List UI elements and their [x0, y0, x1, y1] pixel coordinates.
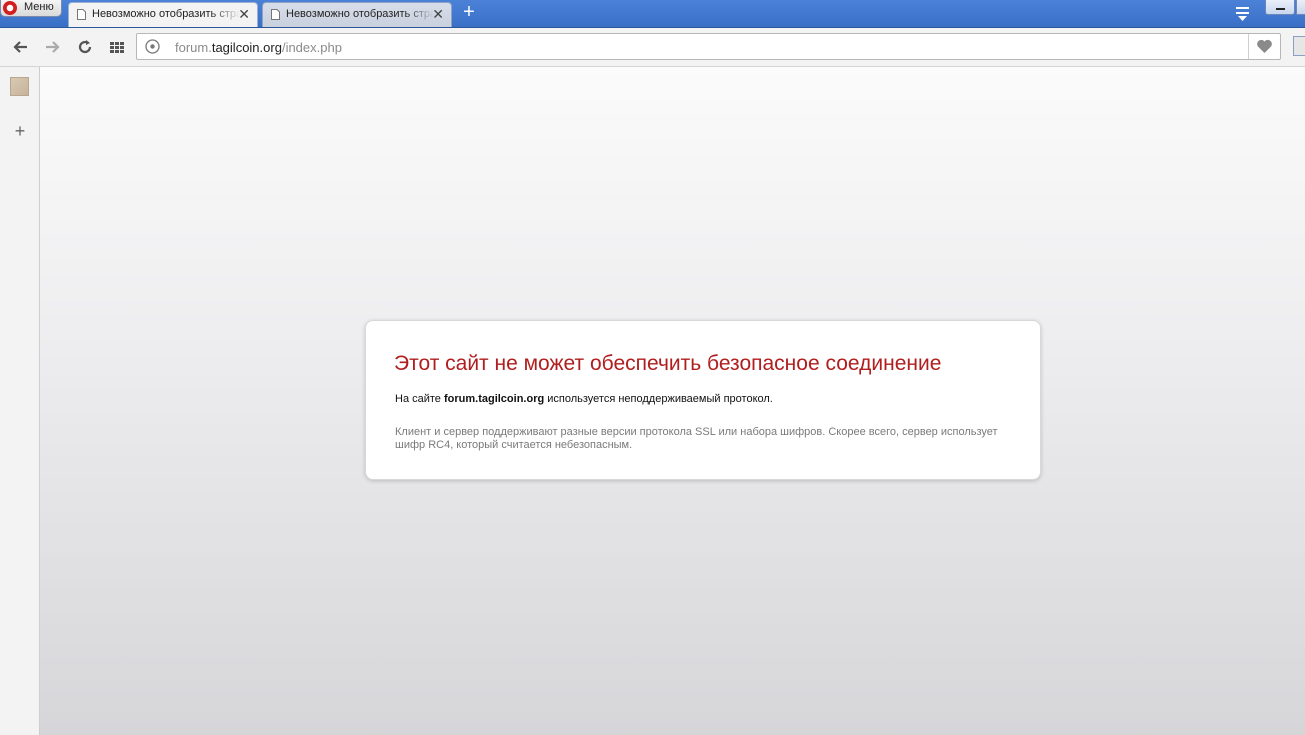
menu-label: Меню: [24, 1, 54, 13]
document-icon: [77, 9, 86, 20]
error-line-suffix: используется неподдерживаемый протокол.: [544, 393, 773, 405]
extension-icon[interactable]: [1293, 36, 1305, 56]
tab-inactive[interactable]: Невозможно отобразить страницу ✕: [262, 2, 452, 27]
error-title: Этот сайт не может обеспечить безопасное…: [394, 352, 942, 375]
document-icon: [271, 9, 280, 20]
close-icon[interactable]: ✕: [432, 6, 444, 23]
sidebar: +: [0, 67, 40, 735]
error-detail: Клиент и сервер поддерживают разные верс…: [395, 426, 998, 451]
plus-icon[interactable]: +: [11, 122, 29, 140]
error-message: На сайте forum.tagilcoin.org используетс…: [395, 393, 773, 405]
url-domain: tagilcoin.org: [211, 40, 282, 55]
address-bar[interactable]: forum.tagilcoin.org/index.php: [136, 33, 1281, 60]
speed-dial-icon[interactable]: [106, 36, 128, 58]
close-icon[interactable]: ✕: [238, 6, 250, 23]
navigation-toolbar: forum.tagilcoin.org/index.php: [0, 28, 1305, 67]
tab-title: Невозможно отобразить страницу: [92, 8, 240, 20]
speed-dial-thumbnail[interactable]: [10, 77, 29, 96]
reload-icon[interactable]: [74, 36, 96, 58]
maximize-button[interactable]: [1296, 0, 1305, 15]
opera-logo-icon: [3, 1, 17, 15]
address-url[interactable]: forum.tagilcoin.org/index.php: [175, 40, 342, 55]
minimize-button[interactable]: [1265, 0, 1295, 15]
back-icon[interactable]: [10, 36, 32, 58]
site-info-icon[interactable]: [145, 39, 160, 54]
tab-title: Невозможно отобразить страницу: [286, 8, 434, 20]
opera-menu-button[interactable]: Меню: [0, 0, 62, 17]
forward-icon[interactable]: [41, 36, 63, 58]
tab-menu-icon[interactable]: [1232, 4, 1252, 24]
heart-icon[interactable]: [1248, 34, 1280, 59]
title-bar: Меню Невозможно отобразить страницу ✕ Не…: [0, 0, 1305, 28]
page-content: Этот сайт не может обеспечить безопасное…: [40, 67, 1305, 735]
error-line-prefix: На сайте: [395, 393, 444, 405]
url-prefix: forum.: [175, 40, 212, 55]
tab-active[interactable]: Невозможно отобразить страницу ✕: [68, 2, 258, 27]
url-path: /index.php: [281, 40, 342, 55]
error-card: Этот сайт не может обеспечить безопасное…: [365, 320, 1041, 480]
new-tab-button[interactable]: +: [458, 2, 480, 24]
error-domain: forum.tagilcoin.org: [443, 393, 545, 405]
